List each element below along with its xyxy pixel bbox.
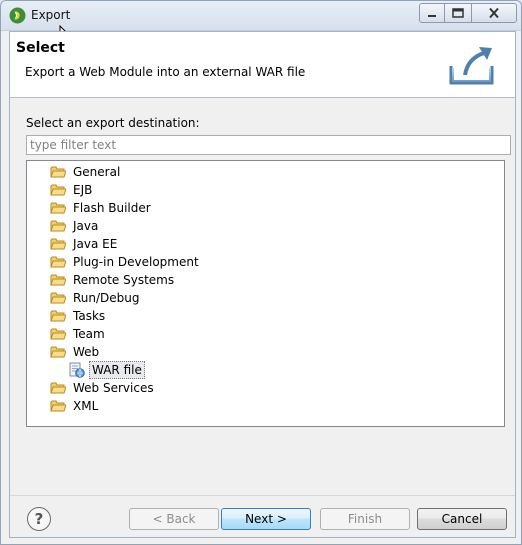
- folder-icon: [50, 400, 66, 412]
- finish-button[interactable]: Finish: [320, 508, 410, 530]
- tree-item-run-debug[interactable]: Run/Debug: [50, 289, 142, 307]
- help-icon: ?: [34, 509, 44, 528]
- folder-icon: [50, 184, 66, 196]
- close-button[interactable]: [471, 3, 517, 23]
- tree-item-label: EJB: [73, 183, 93, 197]
- tree-item-general[interactable]: General: [50, 163, 122, 181]
- minimize-button[interactable]: [419, 3, 445, 23]
- tree-item-flash-builder[interactable]: Flash Builder: [50, 199, 153, 217]
- folder-open-icon: [50, 346, 66, 358]
- tree-item-ejb[interactable]: EJB: [50, 181, 94, 199]
- folder-icon: [50, 256, 66, 268]
- folder-icon: [50, 238, 66, 250]
- tree-item-label: Team: [73, 327, 105, 341]
- tree-item-label: Flash Builder: [73, 201, 151, 215]
- page-title: Select: [16, 40, 65, 56]
- export-destination-label: Select an export destination:: [26, 116, 200, 130]
- title-bar[interactable]: Export: [1, 1, 521, 31]
- dialog-content: Select Export a Web Module into an exter…: [9, 31, 516, 538]
- folder-icon: [50, 310, 66, 322]
- tree-item-xml[interactable]: XML: [50, 397, 100, 415]
- tree-item-remote-systems[interactable]: Remote Systems: [50, 271, 176, 289]
- filter-input[interactable]: [26, 135, 511, 155]
- tree-item-java[interactable]: Java: [50, 217, 100, 235]
- tree-item-label: Tasks: [73, 309, 106, 323]
- folder-icon: [50, 292, 66, 304]
- next-button[interactable]: Next >: [221, 508, 311, 530]
- page-description: Export a Web Module into an external WAR…: [25, 65, 306, 79]
- tree-item-java-ee[interactable]: Java EE: [50, 235, 119, 253]
- close-icon: [489, 7, 499, 19]
- tree-item-web[interactable]: Web: [50, 343, 101, 361]
- maximize-button[interactable]: [444, 3, 472, 23]
- tree-item-label: Web Services: [73, 381, 154, 395]
- tree-item-label: General: [73, 165, 121, 179]
- folder-icon: [50, 220, 66, 232]
- tree-item-plug-in-development[interactable]: Plug-in Development: [50, 253, 201, 271]
- folder-icon: [50, 202, 66, 214]
- tree-item-tasks[interactable]: Tasks: [50, 307, 107, 325]
- window-title: Export: [31, 8, 71, 22]
- tree-item-label: Java: [73, 219, 99, 233]
- tree-item-label: Remote Systems: [73, 273, 175, 287]
- tree-item-label: Web: [73, 345, 100, 359]
- help-button[interactable]: ?: [27, 507, 51, 531]
- tree-item-label: WAR file: [89, 361, 145, 379]
- export-dialog: Export Select Export a Web Module into a…: [0, 0, 522, 545]
- export-banner-icon: [449, 47, 494, 85]
- back-button[interactable]: < Back: [129, 508, 219, 530]
- wizard-header: Select Export a Web Module into an exter…: [10, 32, 515, 98]
- export-wizard-tree[interactable]: General EJB Flash Builder Java Java EE P…: [26, 160, 505, 427]
- cancel-button[interactable]: Cancel: [417, 508, 507, 530]
- tree-item-web-services[interactable]: Web Services: [50, 379, 156, 397]
- folder-icon: [50, 382, 66, 394]
- folder-icon: [50, 274, 66, 286]
- war-file-icon: [69, 362, 85, 378]
- tree-item-label: Java EE: [73, 237, 118, 251]
- tree-item-war-file[interactable]: WAR file: [68, 361, 145, 379]
- minimize-icon: [428, 15, 436, 17]
- tree-item-label: Plug-in Development: [73, 255, 199, 269]
- eclipse-app-icon: [9, 7, 26, 24]
- maximize-icon: [452, 8, 464, 18]
- button-bar-divider: [10, 495, 515, 496]
- folder-icon: [50, 166, 66, 178]
- tree-item-team[interactable]: Team: [50, 325, 107, 343]
- folder-icon: [50, 328, 66, 340]
- tree-item-label: XML: [73, 399, 99, 413]
- tree-item-label: Run/Debug: [73, 291, 140, 305]
